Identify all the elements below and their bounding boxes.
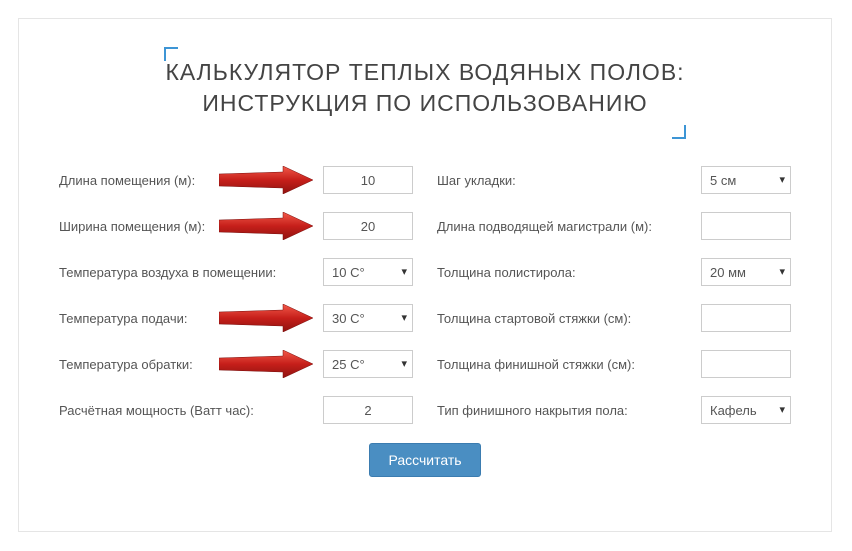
poly-thick-select[interactable]: 20 мм [701,258,791,286]
row-supply-temp: Температура подачи: 30 C° [59,295,413,341]
left-column: Длина помещения (м): Ширина помещения (м… [59,157,413,433]
length-label: Длина помещения (м): [59,173,323,188]
finish-screed-input[interactable] [701,350,791,378]
row-width: Ширина помещения (м): [59,203,413,249]
row-poly-thick: Толщина полистирола: 20 мм [437,249,791,295]
row-length: Длина помещения (м): [59,157,413,203]
row-cover-type: Тип финишного накрытия пола: Кафель [437,387,791,433]
page-title: КАЛЬКУЛЯТОР ТЕПЛЫХ ВОДЯНЫХ ПОЛОВ: ИНСТРУ… [99,57,751,119]
calculator-card: КАЛЬКУЛЯТОР ТЕПЛЫХ ВОДЯНЫХ ПОЛОВ: ИНСТРУ… [18,18,832,532]
step-select[interactable]: 5 см [701,166,791,194]
corner-decor-br [672,125,686,139]
feed-length-input[interactable] [701,212,791,240]
return-temp-label: Температура обратки: [59,357,323,372]
return-temp-select[interactable]: 25 C° [323,350,413,378]
step-label: Шаг укладки: [437,173,701,188]
power-label: Расчётная мощность (Ватт час): [59,403,323,418]
corner-decor-tl [164,47,178,61]
row-start-screed: Толщина стартовой стяжки (см): [437,295,791,341]
row-air-temp: Температура воздуха в помещении: 10 C° [59,249,413,295]
width-label: Ширина помещения (м): [59,219,323,234]
air-temp-label: Температура воздуха в помещении: [59,265,323,280]
feed-length-label: Длина подводящей магистрали (м): [437,219,701,234]
row-step: Шаг укладки: 5 см [437,157,791,203]
title-line-1: КАЛЬКУЛЯТОР ТЕПЛЫХ ВОДЯНЫХ ПОЛОВ: [165,59,684,85]
cover-type-select[interactable]: Кафель [701,396,791,424]
row-finish-screed: Толщина финишной стяжки (см): [437,341,791,387]
row-power: Расчётная мощность (Ватт час): [59,387,413,433]
air-temp-select[interactable]: 10 C° [323,258,413,286]
form-grid: Длина помещения (м): Ширина помещения (м… [59,157,791,433]
width-input[interactable] [323,212,413,240]
right-column: Шаг укладки: 5 см Длина подводящей магис… [437,157,791,433]
cover-type-label: Тип финишного накрытия пола: [437,403,701,418]
poly-thick-label: Толщина полистирола: [437,265,701,280]
submit-button[interactable]: Рассчитать [369,443,480,477]
supply-temp-select[interactable]: 30 C° [323,304,413,332]
row-feed-length: Длина подводящей магистрали (м): [437,203,791,249]
length-input[interactable] [323,166,413,194]
power-input[interactable] [323,396,413,424]
start-screed-label: Толщина стартовой стяжки (см): [437,311,701,326]
supply-temp-label: Температура подачи: [59,311,323,326]
start-screed-input[interactable] [701,304,791,332]
submit-row: Рассчитать [59,443,791,477]
finish-screed-label: Толщина финишной стяжки (см): [437,357,701,372]
row-return-temp: Температура обратки: 25 C° [59,341,413,387]
title-block: КАЛЬКУЛЯТОР ТЕПЛЫХ ВОДЯНЫХ ПОЛОВ: ИНСТРУ… [59,47,791,139]
title-line-2: ИНСТРУКЦИЯ ПО ИСПОЛЬЗОВАНИЮ [202,90,647,116]
